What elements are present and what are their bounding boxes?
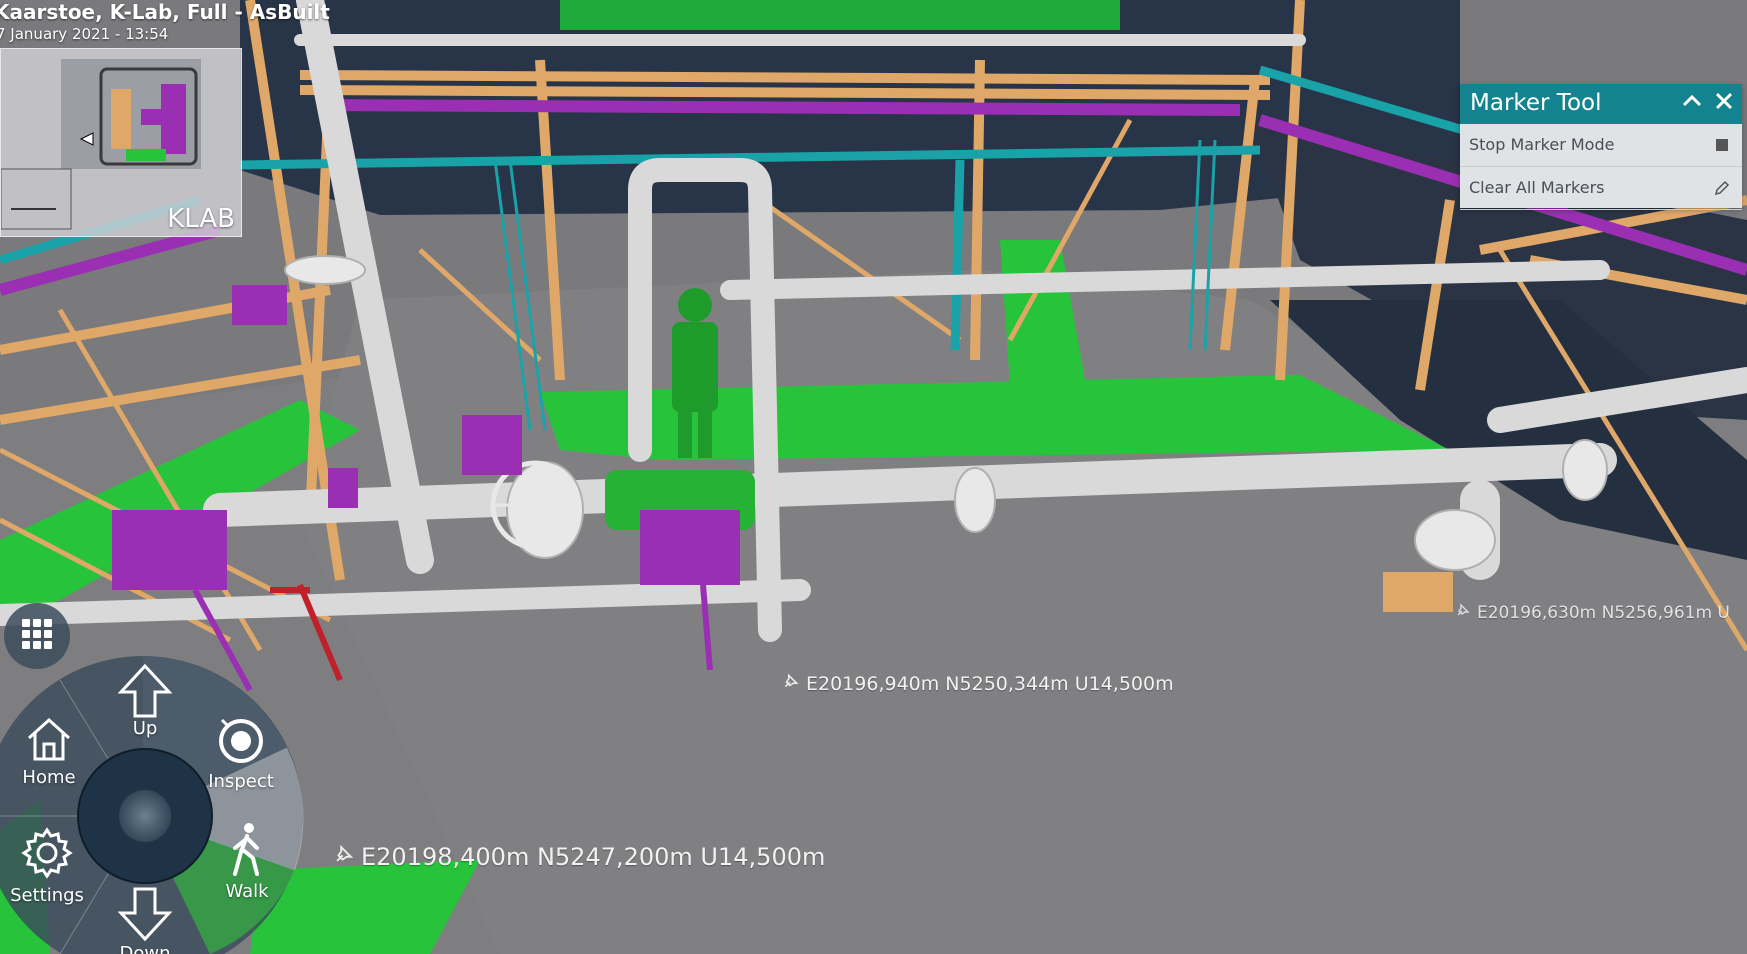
- close-icon[interactable]: [1710, 90, 1738, 118]
- home-label: Home: [22, 767, 76, 788]
- marker-tool-title: Marker Tool: [1470, 90, 1602, 116]
- coordinate-marker[interactable]: E20196,940m N5250,344m U14,500m: [782, 672, 1174, 695]
- coordinate-marker-text: E20196,940m N5250,344m U14,500m: [806, 673, 1174, 695]
- inspect-label: Inspect: [208, 771, 274, 792]
- movement-joystick[interactable]: [77, 748, 213, 884]
- pin-icon: [333, 843, 355, 871]
- coordinate-marker-text: E20198,400m N5247,200m U14,500m: [361, 843, 826, 871]
- settings-button[interactable]: Settings: [4, 826, 90, 906]
- down-button[interactable]: Down: [110, 886, 180, 954]
- settings-label: Settings: [10, 885, 84, 906]
- home-icon: [25, 717, 73, 767]
- home-button[interactable]: Home: [10, 716, 88, 788]
- pin-icon: [1455, 602, 1471, 623]
- apps-grid-button[interactable]: [4, 603, 70, 669]
- walk-icon: [227, 823, 267, 881]
- project-date: 7 January 2021 - 13:54: [0, 25, 169, 43]
- joystick-knob[interactable]: [119, 790, 171, 842]
- minimap-label: KLAB: [167, 204, 235, 234]
- clear-all-markers-label: Clear All Markers: [1469, 178, 1605, 197]
- stop-marker-mode-button[interactable]: Stop Marker Mode: [1460, 124, 1742, 167]
- pin-icon: [782, 672, 800, 695]
- minimap[interactable]: KLAB: [0, 48, 242, 237]
- coordinate-marker-text: E20196,630m N5256,961m U: [1477, 603, 1730, 623]
- pencil-icon: [1712, 167, 1732, 209]
- marker-tool-header: Marker Tool: [1460, 84, 1742, 124]
- up-button[interactable]: Up: [110, 663, 180, 739]
- grid-icon: [20, 617, 54, 655]
- stop-marker-mode-label: Stop Marker Mode: [1469, 135, 1615, 154]
- inspect-button[interactable]: Inspect: [200, 716, 282, 792]
- coordinate-marker[interactable]: E20198,400m N5247,200m U14,500m: [333, 843, 825, 871]
- chevron-up-icon[interactable]: [1678, 90, 1706, 118]
- down-label: Down: [119, 943, 171, 954]
- inspect-icon: [216, 718, 266, 771]
- walk-button[interactable]: Walk: [212, 822, 282, 902]
- walk-label: Walk: [225, 881, 269, 902]
- marker-tool-panel: Marker Tool Stop Marker Mode Clear All M…: [1460, 84, 1742, 210]
- stop-icon: [1712, 124, 1732, 166]
- gear-icon: [20, 827, 74, 885]
- clear-all-markers-button[interactable]: Clear All Markers: [1460, 167, 1742, 210]
- coordinate-marker[interactable]: E20196,630m N5256,961m U: [1455, 602, 1730, 623]
- project-title: Kaarstoe, K-Lab, Full - AsBuilt: [0, 0, 330, 24]
